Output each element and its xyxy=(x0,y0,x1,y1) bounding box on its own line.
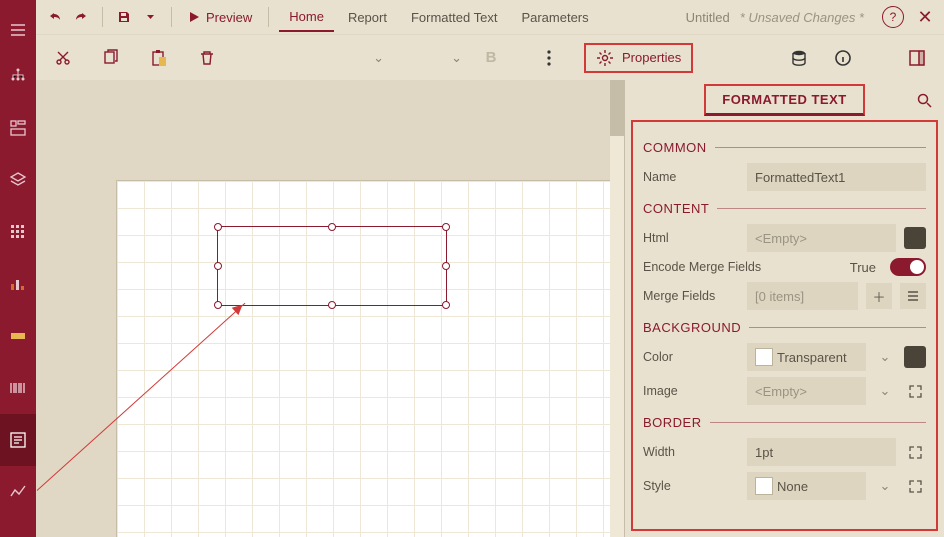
merge-add-button[interactable]: ＋ xyxy=(866,283,892,309)
layout-icon[interactable] xyxy=(0,102,36,154)
name-field[interactable]: FormattedText1 xyxy=(747,163,926,191)
label-image: Image xyxy=(643,384,739,398)
section-content: CONTENT xyxy=(643,201,709,216)
properties-button[interactable]: Properties xyxy=(584,43,693,73)
resize-handle[interactable] xyxy=(214,262,222,270)
expand-icon[interactable] xyxy=(904,475,926,497)
chevron-down-icon[interactable]: ⌄ xyxy=(874,377,896,405)
delete-icon[interactable] xyxy=(192,43,222,73)
label-style: Style xyxy=(643,479,739,493)
color-field[interactable]: Transparent xyxy=(747,343,866,371)
resize-handle[interactable] xyxy=(214,301,222,309)
unsaved-indicator: * Unsaved Changes * xyxy=(740,10,864,25)
line-icon[interactable] xyxy=(0,466,36,518)
html-edit-button[interactable] xyxy=(904,227,926,249)
more-icon[interactable] xyxy=(534,43,564,73)
expand-icon[interactable] xyxy=(904,441,926,463)
help-icon[interactable]: ? xyxy=(882,6,904,28)
canvas[interactable] xyxy=(36,80,624,537)
chevron-down-icon[interactable]: ⌄ xyxy=(874,343,896,371)
preview-button[interactable]: Preview xyxy=(182,10,258,25)
chart-icon[interactable] xyxy=(0,258,36,310)
merge-fields-field[interactable]: [0 items] xyxy=(747,282,858,310)
tab-parameters[interactable]: Parameters xyxy=(511,4,598,31)
paste-icon[interactable] xyxy=(144,43,174,73)
resize-handle[interactable] xyxy=(442,262,450,270)
label-merge-fields: Merge Fields xyxy=(643,289,739,303)
border-width-field[interactable]: 1pt xyxy=(747,438,896,466)
panel-toggle-icon[interactable] xyxy=(902,43,932,73)
color-edit-button[interactable] xyxy=(904,346,926,368)
encode-merge-value: True xyxy=(850,260,876,275)
style-swatch xyxy=(755,477,773,495)
chevron-down-icon[interactable]: ⌄ xyxy=(874,472,896,500)
copy-icon[interactable] xyxy=(96,43,126,73)
label-color: Color xyxy=(643,350,739,364)
resize-handle[interactable] xyxy=(328,223,336,231)
hamburger-icon[interactable] xyxy=(0,10,36,50)
scrollbar-thumb[interactable] xyxy=(610,80,624,136)
resize-handle[interactable] xyxy=(442,223,450,231)
tab-report[interactable]: Report xyxy=(338,4,397,31)
section-background: BACKGROUND xyxy=(643,320,741,335)
expand-icon[interactable] xyxy=(904,380,926,402)
cut-icon[interactable] xyxy=(48,43,78,73)
resize-handle[interactable] xyxy=(214,223,222,231)
search-icon[interactable] xyxy=(917,93,932,108)
left-sidebar xyxy=(0,0,36,537)
label-name: Name xyxy=(643,170,739,184)
save-icon[interactable] xyxy=(113,6,135,28)
undo-icon[interactable] xyxy=(44,6,66,28)
bold-icon[interactable]: B xyxy=(476,43,506,73)
artboard[interactable] xyxy=(116,180,624,537)
menubar: Preview Home Report Formatted Text Param… xyxy=(36,0,944,34)
font-size-select[interactable]: ⌄ xyxy=(398,44,468,72)
gear-icon xyxy=(596,49,614,67)
label-width: Width xyxy=(643,445,739,459)
color-swatch xyxy=(755,348,773,366)
selected-element[interactable] xyxy=(217,226,447,306)
toolbar: ⌄ ⌄ B Properties xyxy=(36,34,944,80)
tab-formatted-text[interactable]: Formatted Text xyxy=(401,4,507,31)
preview-label: Preview xyxy=(206,10,252,25)
richtext-icon[interactable] xyxy=(0,414,36,466)
properties-label: Properties xyxy=(622,50,681,65)
data-icon[interactable] xyxy=(784,43,814,73)
close-icon[interactable]: ✕ xyxy=(914,7,936,28)
tree-icon[interactable] xyxy=(0,50,36,102)
label-encode-merge: Encode Merge Fields xyxy=(643,260,842,274)
tab-home[interactable]: Home xyxy=(279,3,334,32)
save-dropdown-icon[interactable] xyxy=(139,6,161,28)
section-border: BORDER xyxy=(643,415,702,430)
html-field[interactable]: <Empty> xyxy=(747,224,896,252)
resize-handle[interactable] xyxy=(442,301,450,309)
image-field[interactable]: <Empty> xyxy=(747,377,866,405)
panel-tab-formatted-text[interactable]: FORMATTED TEXT xyxy=(704,84,864,116)
label-icon[interactable] xyxy=(0,310,36,362)
properties-panel: FORMATTED TEXT COMMON Name FormattedText… xyxy=(624,80,944,537)
redo-icon[interactable] xyxy=(70,6,92,28)
grid-icon[interactable] xyxy=(0,206,36,258)
font-family-select[interactable]: ⌄ xyxy=(280,44,390,72)
merge-list-button[interactable] xyxy=(900,283,926,309)
label-html: Html xyxy=(643,231,739,245)
barcode-icon[interactable] xyxy=(0,362,36,414)
section-common: COMMON xyxy=(643,140,707,155)
resize-handle[interactable] xyxy=(328,301,336,309)
document-title: Untitled xyxy=(686,10,730,25)
layers-icon[interactable] xyxy=(0,154,36,206)
info-icon[interactable] xyxy=(828,43,858,73)
vertical-scrollbar[interactable] xyxy=(610,80,624,537)
encode-merge-toggle[interactable] xyxy=(890,258,926,276)
border-style-field[interactable]: None xyxy=(747,472,866,500)
